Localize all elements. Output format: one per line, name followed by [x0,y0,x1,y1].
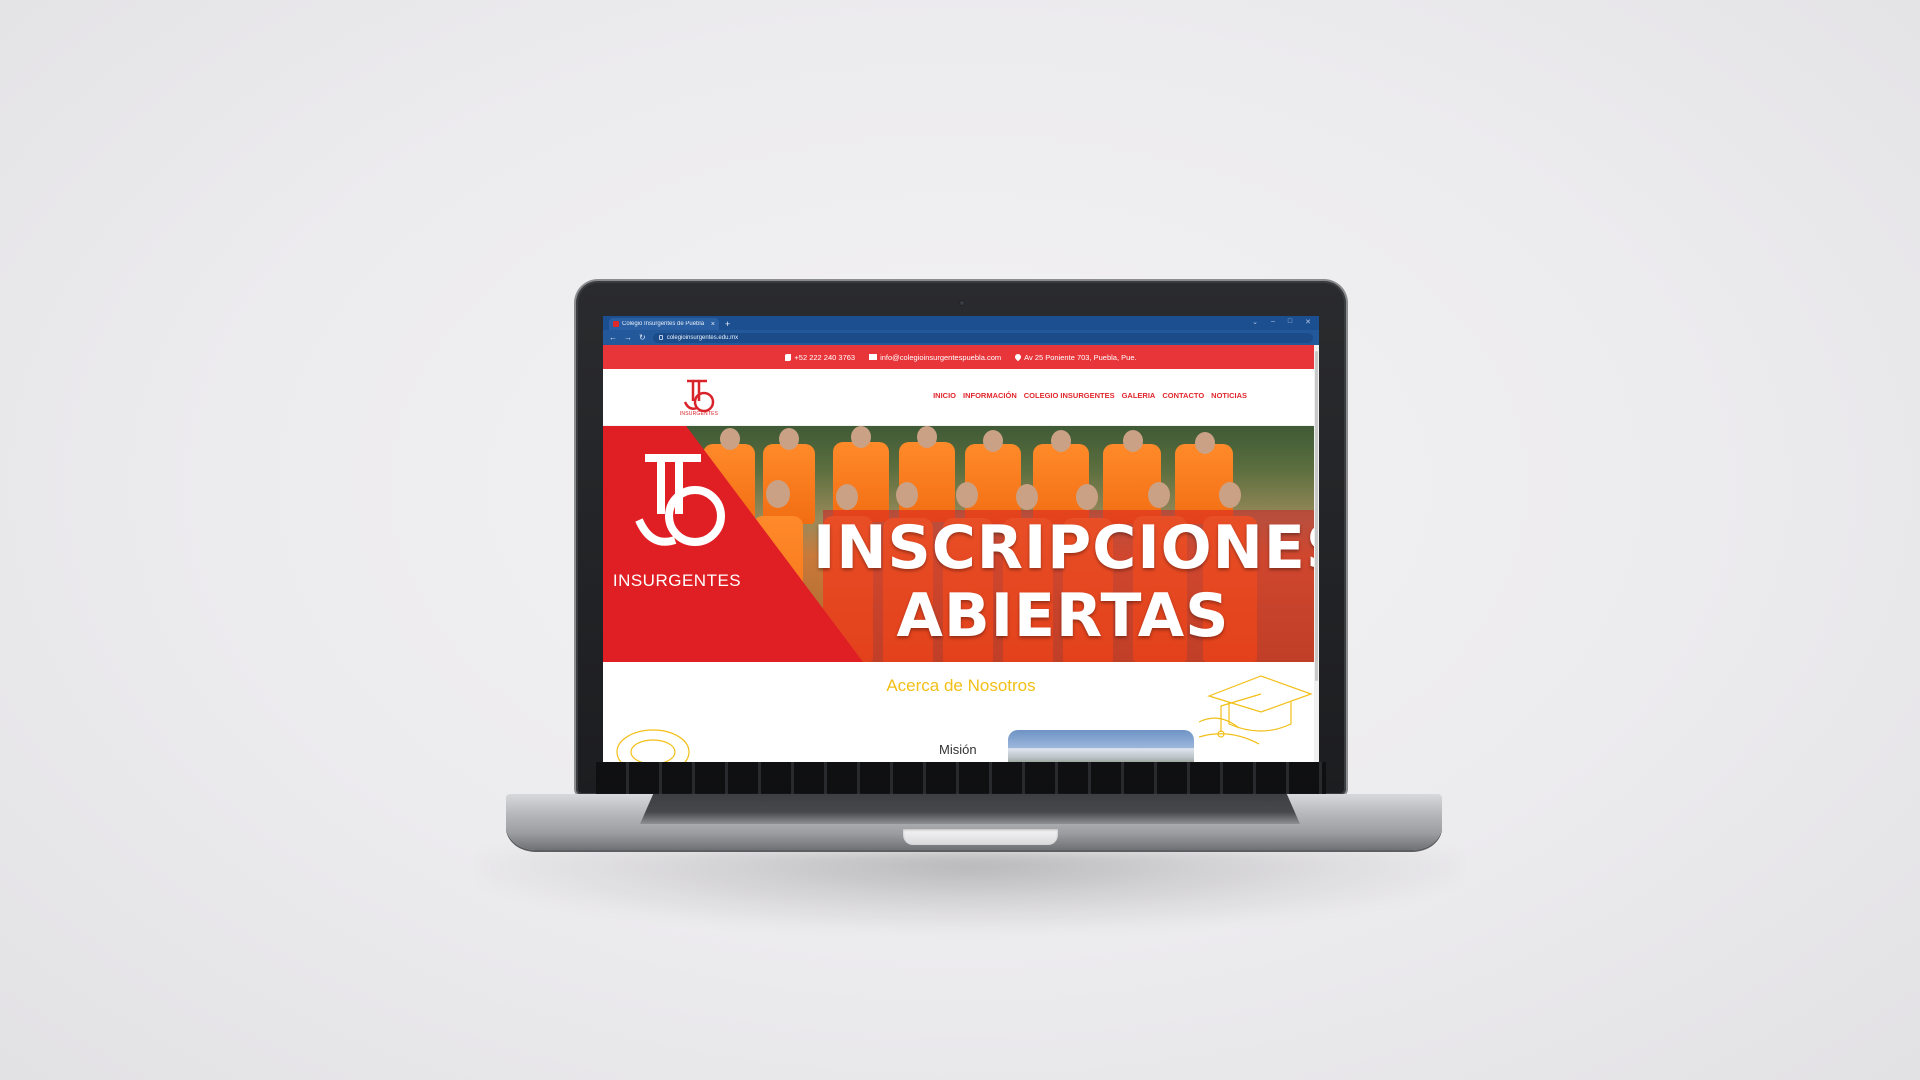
laptop-shadow [480,850,1460,930]
browser-tab[interactable]: Colegio Insurgentes de Puebla × [609,318,719,330]
nav-colegio-insurgentes[interactable]: COLEGIO INSURGENTES [1024,391,1115,400]
about-section: Acerca de Nosotros Misión [603,662,1319,762]
envelope-icon [869,354,878,360]
laptop-notch [903,829,1058,845]
tab-title: Colegio Insurgentes de Puebla [622,321,705,327]
school-building-photo [1008,730,1194,762]
nav-noticias[interactable]: NOTICIAS [1211,391,1247,400]
graduation-cap-icon [1199,675,1313,745]
hero-logo-caption: INSURGENTES [612,571,742,590]
keyboard-reflection [596,762,1326,794]
phone-item[interactable]: +52 222 240 3763 [785,353,855,362]
mision-heading: Misión [939,742,977,757]
reload-icon[interactable]: ↻ [639,333,646,342]
back-icon[interactable]: ← [609,333,617,342]
maximize-button[interactable]: □ [1288,318,1292,326]
nav-menu: INICIO INFORMACIÓN COLEGIO INSURGENTES G… [933,391,1247,400]
close-tab-icon[interactable]: × [711,321,715,328]
webcam [959,300,965,306]
close-window-button[interactable]: ✕ [1305,318,1311,326]
email-text: info@colegioinsurgentespuebla.com [880,352,1002,362]
browser-tabbar: Colegio Insurgentes de Puebla × + ⌄ – □ … [603,316,1319,330]
logo-caption: INSURGENTES [679,411,719,417]
decorative-sketch-icon [616,729,690,762]
hero-title-line2: ABIERTAS [896,581,1230,651]
phone-text: +52 222 240 3763 [794,352,856,362]
nav-inicio[interactable]: INICIO [933,391,956,400]
map-pin-icon [1013,352,1023,362]
nav-galeria[interactable]: GALERIA [1122,391,1156,400]
address-text: Av 25 Poniente 703, Puebla, Pue. [1024,352,1137,362]
address-item[interactable]: Av 25 Poniente 703, Puebla, Pue. [1013,352,1137,362]
hero-title: INSCRIPCIONES ABIERTAS [813,513,1319,651]
web-page: +52 222 240 3763 info@colegioinsurgentes… [603,345,1319,762]
phone-icon [785,353,792,361]
hero-title-line1: INSCRIPCIONES [813,513,1319,583]
address-input[interactable]: colegioinsurgentes.edu.mx [652,332,1313,343]
contact-topbar: +52 222 240 3763 info@colegioinsurgentes… [603,345,1319,369]
new-tab-button[interactable]: + [725,318,730,330]
forward-icon[interactable]: → [624,333,632,342]
lock-icon [658,335,663,340]
laptop-keyboard [640,794,1300,824]
page-scrollbar[interactable] [1314,345,1319,762]
window-controls: ⌄ – □ ✕ [1252,318,1311,326]
browser-toolbar: ← → ↻ colegioinsurgentes.edu.mx [603,330,1319,345]
hero-banner[interactable]: INSURGENTES INSCRIPCIONES ABIERTAS [603,426,1319,662]
nav-contacto[interactable]: CONTACTO [1162,391,1204,400]
mockup-stage: Colegio Insurgentes de Puebla × + ⌄ – □ … [0,0,1920,1080]
url-text: colegioinsurgentes.edu.mx [666,334,739,341]
tab-search-icon[interactable]: ⌄ [1252,318,1258,326]
scrollbar-thumb[interactable] [1315,351,1318,681]
hero-logo [635,454,725,546]
minimize-button[interactable]: – [1271,318,1275,326]
favicon-icon [613,321,619,327]
main-navbar: INSURGENTES INICIO INFORMACIÓN COLEGIO I… [603,369,1319,426]
email-item[interactable]: info@colegioinsurgentespuebla.com [869,353,1001,362]
nav-informacion[interactable]: INFORMACIÓN [963,391,1017,400]
laptop-screen: Colegio Insurgentes de Puebla × + ⌄ – □ … [603,316,1319,762]
